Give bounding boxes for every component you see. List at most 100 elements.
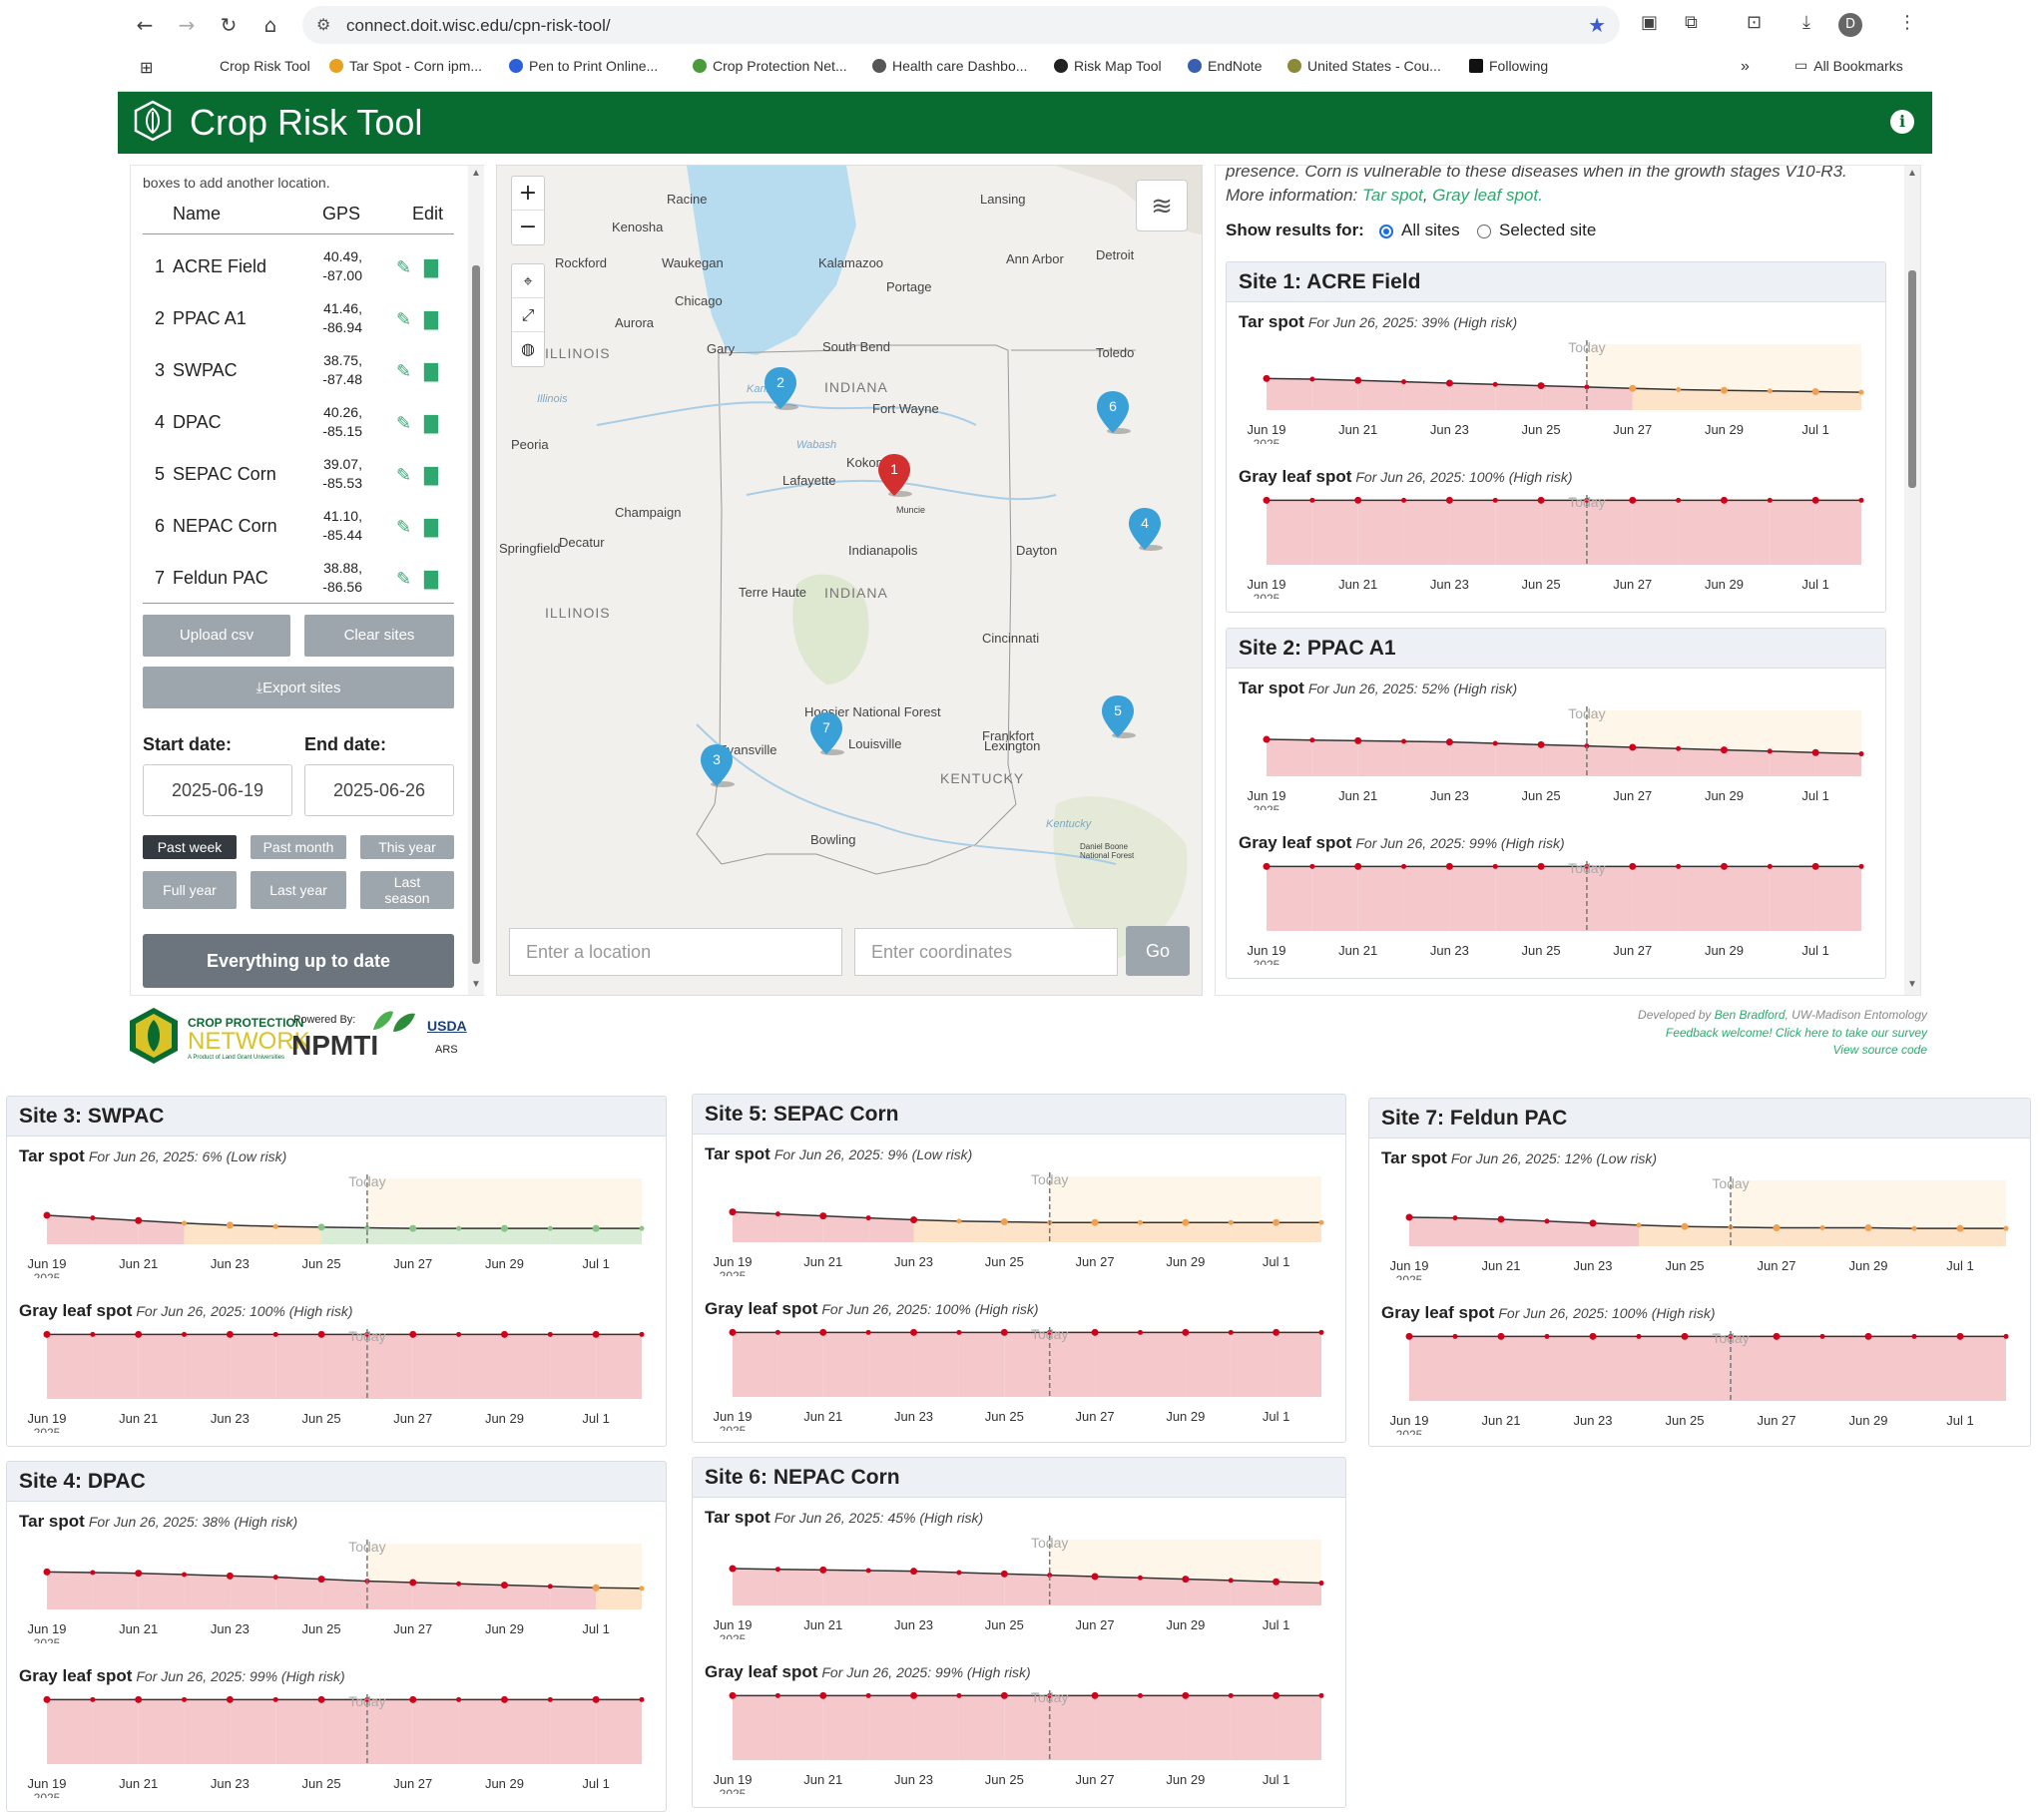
bookmark-item[interactable]: Risk Map Tool xyxy=(1054,58,1162,74)
source-code-link[interactable]: View source code xyxy=(1833,1043,1928,1057)
go-button[interactable]: Go xyxy=(1126,926,1190,976)
trash-icon[interactable]: ▇ xyxy=(424,569,438,590)
update-button[interactable]: Everything up to date xyxy=(143,934,454,988)
trash-icon[interactable]: ▇ xyxy=(424,465,438,486)
edit-pencil-icon[interactable]: ✎ xyxy=(396,361,411,382)
trash-icon[interactable]: ▇ xyxy=(424,361,438,382)
tar-spot-link[interactable]: Tar spot xyxy=(1362,186,1423,205)
site-row[interactable]: 6 NEPAC Corn 41.10, -85.44 ✎ ▇ xyxy=(143,501,454,553)
locate-icon[interactable]: ⌖ xyxy=(512,264,544,298)
all-sites-radio[interactable] xyxy=(1379,225,1393,238)
bookmark-item[interactable]: Pen to Print Online... xyxy=(509,58,658,74)
site-info-icon[interactable]: ⚙ xyxy=(316,15,330,34)
risk-area-segment xyxy=(1731,1226,1777,1246)
zoom-out-button[interactable]: − xyxy=(512,211,544,244)
bookmark-item[interactable]: EndNote xyxy=(1188,58,1262,74)
map-marker-icon[interactable]: 2 xyxy=(763,365,798,411)
site-row[interactable]: 7 Feldun PAC 38.88, -86.56 ✎ ▇ xyxy=(143,553,454,605)
scrollbar-thumb[interactable] xyxy=(472,265,480,964)
edit-pencil-icon[interactable]: ✎ xyxy=(396,517,411,538)
trash-icon[interactable]: ▇ xyxy=(424,517,438,538)
map-marker-icon[interactable]: 5 xyxy=(1100,693,1136,739)
start-date-input[interactable]: 2025-06-19 xyxy=(143,764,292,816)
map-view[interactable]: Racine Lansing Kenosha Detroit Rockford Wauke… xyxy=(496,165,1203,996)
past-week-button[interactable]: Past week xyxy=(143,835,237,859)
site-row[interactable]: 1 ACRE Field 40.49, -87.00 ✎ ▇ xyxy=(143,241,454,293)
bookmark-item[interactable]: Tar Spot - Corn ipm... xyxy=(329,58,482,74)
edit-pencil-icon[interactable]: ✎ xyxy=(396,413,411,434)
globe-icon[interactable]: ◍ xyxy=(512,332,544,366)
download-icon[interactable]: ⤓ xyxy=(1802,12,1810,33)
bookmark-item[interactable]: Crop Risk Tool xyxy=(220,58,310,74)
scroll-down-icon[interactable]: ▼ xyxy=(471,979,481,990)
x-tick-label: Jun 27 xyxy=(1613,577,1652,592)
gray-leaf-spot-link[interactable]: Gray leaf spot. xyxy=(1432,186,1543,205)
developer-link[interactable]: Ben Bradford xyxy=(1715,1008,1786,1022)
risk-area-segment xyxy=(1914,1228,1960,1246)
results-scrollbar[interactable]: ▲ ▼ xyxy=(1904,166,1920,995)
profile-avatar[interactable]: D xyxy=(1838,13,1862,37)
bookmark-item[interactable]: Crop Protection Net... xyxy=(693,58,847,74)
clear-sites-button[interactable]: Clear sites xyxy=(304,615,454,657)
site-row[interactable]: 4 DPAC 40.26, -85.15 ✎ ▇ xyxy=(143,397,454,449)
export-sites-button[interactable]: ⤓Export sites xyxy=(143,667,454,708)
bookmark-item[interactable]: Following xyxy=(1469,58,1548,74)
scroll-up-icon[interactable]: ▲ xyxy=(1907,168,1917,179)
reload-icon[interactable]: ↻ xyxy=(216,12,242,38)
scroll-down-icon[interactable]: ▼ xyxy=(1907,979,1917,990)
coordinates-input[interactable]: Enter coordinates xyxy=(854,928,1118,976)
bookmark-star-icon[interactable]: ★ xyxy=(1588,13,1606,37)
selected-site-radio[interactable] xyxy=(1477,225,1491,238)
scroll-up-icon[interactable]: ▲ xyxy=(471,168,481,179)
fullscreen-icon[interactable]: ⤢ xyxy=(512,298,544,332)
scrollbar-thumb[interactable] xyxy=(1908,270,1916,488)
more-bookmarks-icon[interactable]: » xyxy=(1741,58,1750,76)
tab-search-icon[interactable]: ⊡ xyxy=(1747,12,1762,33)
trash-icon[interactable]: ▇ xyxy=(424,309,438,330)
map-place-label: Muncie xyxy=(896,505,926,515)
map-marker-icon[interactable]: 7 xyxy=(808,710,844,756)
map-marker-icon[interactable]: 1 xyxy=(876,452,912,498)
map-marker-icon[interactable]: 4 xyxy=(1127,506,1163,552)
sites-scrollbar[interactable]: ▲ ▼ xyxy=(468,166,484,995)
map-marker-icon[interactable]: 6 xyxy=(1095,389,1131,435)
edit-pencil-icon[interactable]: ✎ xyxy=(396,465,411,486)
address-bar[interactable]: ⚙ connect.doit.wisc.edu/cpn-risk-tool/ ★ xyxy=(302,6,1620,44)
bookmark-item[interactable]: Health care Dashbo... xyxy=(872,58,1027,74)
end-date-input[interactable]: 2025-06-26 xyxy=(304,764,454,816)
today-label: Today xyxy=(1568,494,1605,510)
bookmark-item[interactable]: United States - Cou... xyxy=(1287,58,1441,74)
layers-icon[interactable]: ≋ xyxy=(1136,180,1188,231)
risk-area-segment xyxy=(321,1699,367,1764)
site-row[interactable]: 2 PPAC A1 41.46, -86.94 ✎ ▇ xyxy=(143,293,454,345)
info-icon[interactable]: i xyxy=(1890,110,1914,134)
extensions-icon[interactable]: ⧉ xyxy=(1685,12,1698,33)
edit-pencil-icon[interactable]: ✎ xyxy=(396,257,411,278)
feedback-link[interactable]: Feedback welcome! Click here to take our… xyxy=(1666,1026,1927,1040)
home-icon[interactable]: ⌂ xyxy=(257,12,283,38)
risk-point xyxy=(135,1330,143,1338)
all-bookmarks[interactable]: ▭ All Bookmarks xyxy=(1794,58,1903,74)
site-row[interactable]: 3 SWPAC 38.75, -87.48 ✎ ▇ xyxy=(143,345,454,397)
edit-pencil-icon[interactable]: ✎ xyxy=(396,309,411,330)
back-icon[interactable]: ← xyxy=(132,12,158,38)
last-year-button[interactable]: Last year xyxy=(251,871,346,909)
location-input[interactable]: Enter a location xyxy=(509,928,842,976)
menu-icon[interactable]: ⋮ xyxy=(1898,12,1916,33)
zoom-in-button[interactable]: + xyxy=(512,177,544,211)
past-month-button[interactable]: Past month xyxy=(251,835,346,859)
forward-icon[interactable]: → xyxy=(174,12,200,38)
last-season-button[interactable]: Last season xyxy=(360,871,454,909)
site-row[interactable]: 5 SEPAC Corn 39.07, -85.53 ✎ ▇ xyxy=(143,449,454,501)
risk-point xyxy=(592,1695,600,1703)
risk-area-segment xyxy=(412,1699,459,1764)
apps-icon[interactable]: ⊞ xyxy=(140,58,153,78)
trash-icon[interactable]: ▇ xyxy=(424,413,438,434)
full-year-button[interactable]: Full year xyxy=(143,871,237,909)
cast-icon[interactable]: ▣ xyxy=(1641,12,1658,33)
trash-icon[interactable]: ▇ xyxy=(424,257,438,278)
edit-pencil-icon[interactable]: ✎ xyxy=(396,569,411,590)
this-year-button[interactable]: This year xyxy=(360,835,454,859)
map-marker-icon[interactable]: 3 xyxy=(699,742,735,788)
upload-csv-button[interactable]: Upload csv xyxy=(143,615,290,657)
